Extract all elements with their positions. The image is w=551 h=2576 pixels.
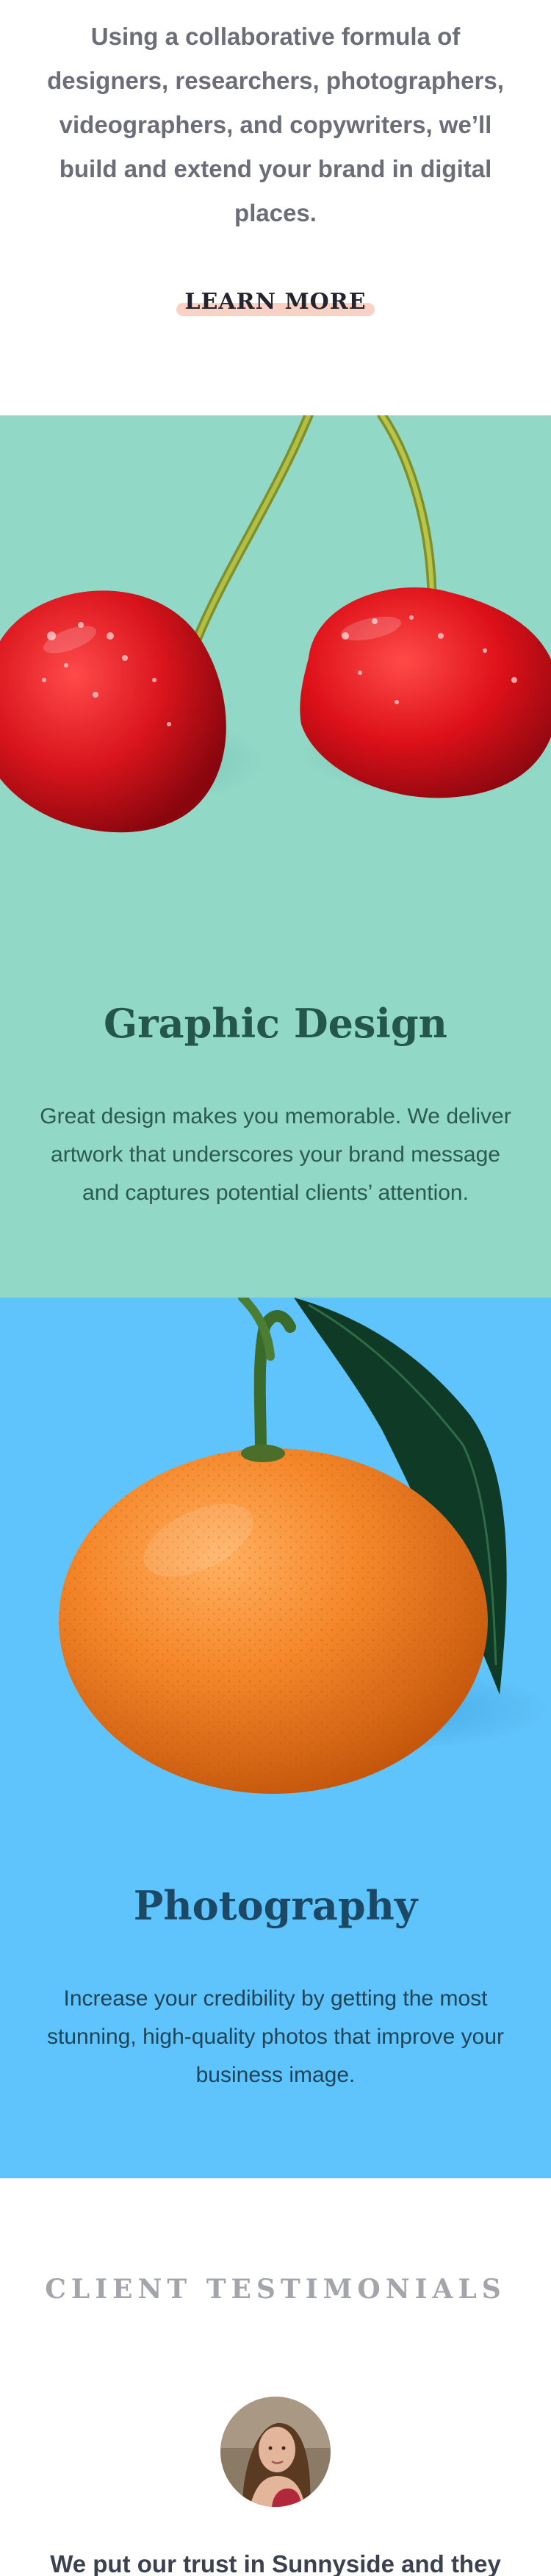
client-avatar [220,2397,331,2507]
testimonials-section: CLIENT TESTIMONIALS We put our trust in … [0,2178,551,2576]
learn-more-link[interactable]: LEARN MORE [176,285,375,319]
intro-text: Using a collaborative formula of designe… [47,23,504,226]
orange-illustration [59,1298,551,1794]
photography-title: Photography [133,1882,418,1929]
testimonial-quote: We put our trust in Sunnyside and they [50,2550,501,2576]
learn-more-label: LEARN MORE [184,289,367,315]
graphic-design-title: Graphic Design [104,1000,447,1047]
cherries-illustration [0,415,551,833]
avatar-photo-icon [220,2397,331,2507]
intro-section: Using a collaborative formula of designe… [0,0,551,415]
graphic-design-section: Graphic Design Great design makes you me… [0,415,551,1298]
photography-description: Increase your credibility by getting the… [46,1986,505,2087]
photography-section: Photography Increase your credibility by… [0,1298,551,2178]
graphic-design-description: Great design makes you memorable. We del… [40,1104,511,1205]
testimonials-heading: CLIENT TESTIMONIALS [45,2274,506,2305]
